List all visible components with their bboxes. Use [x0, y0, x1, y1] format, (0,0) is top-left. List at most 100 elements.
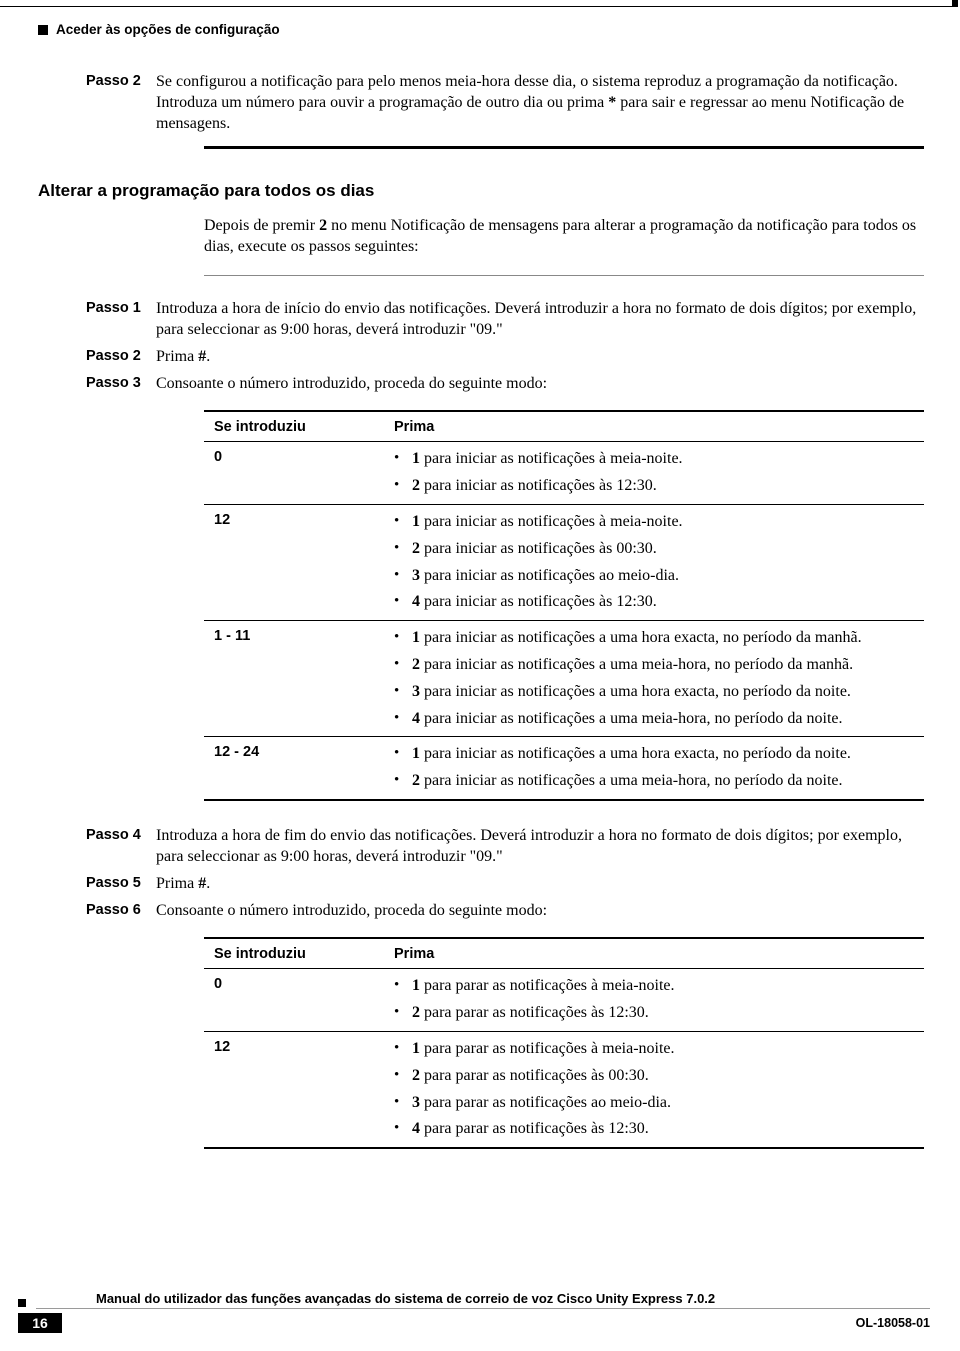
step-row: Passo 5 Prima #. — [38, 873, 922, 894]
page-number: 16 — [18, 1313, 62, 1333]
col-header-press: Prima — [384, 411, 924, 442]
step-body: Consoante o número introduzido, proceda … — [156, 900, 922, 921]
col-header-input: Se introduziu — [204, 411, 384, 442]
footer-bar: 16 OL-18058-01 — [18, 1313, 930, 1333]
list-item-text: para iniciar as notificações a uma hora … — [420, 629, 862, 646]
list-item: 2 para iniciar as notificações às 12:30. — [394, 473, 914, 500]
key-number: 1 — [412, 450, 420, 467]
cell-input-value: 12 - 24 — [204, 737, 384, 800]
key-number: 4 — [412, 710, 420, 727]
step-label: Passo 2 — [38, 346, 156, 366]
list-item: 3 para iniciar as notificações a uma hor… — [394, 679, 914, 706]
text: Prima — [156, 875, 198, 892]
list-item-text: para parar as notificações às 12:30. — [420, 1120, 649, 1137]
list-item: 1 para iniciar as notificações à meia-no… — [394, 446, 914, 473]
list-item: 2 para parar as notificações às 00:30. — [394, 1063, 914, 1090]
top-rule — [0, 0, 958, 7]
key-number: 1 — [412, 1040, 420, 1057]
step-text: Se configurou a notificação para pelo me… — [156, 71, 922, 92]
text: Introduza um número para ouvir a program… — [156, 94, 608, 111]
step-label: Passo 6 — [38, 900, 156, 920]
list-item-text: para iniciar as notificações à meia-noit… — [420, 513, 683, 530]
key-2: 2 — [319, 217, 327, 234]
step-row: Passo 2 Se configurou a notificação para… — [38, 71, 922, 134]
table-stop-times: Se introduziu Prima 0 1 para parar as not… — [204, 937, 924, 1149]
text: Depois de premir — [204, 217, 319, 234]
key-number: 2 — [412, 772, 420, 789]
list-item: 2 para iniciar as notificações a uma mei… — [394, 768, 914, 795]
table-row: 121 para iniciar as notificações à meia-… — [204, 505, 924, 621]
cell-press-list: 1 para iniciar as notificações a uma hor… — [384, 737, 924, 800]
table-row: 0 1 para parar as notificações à meia-noi… — [204, 969, 924, 1032]
list-item-text: para parar as notificações às 12:30. — [420, 1004, 649, 1021]
list-item: 1 para parar as notificações à meia-noit… — [394, 973, 914, 1000]
text: . — [206, 348, 210, 365]
step-body: Consoante o número introduzido, proceda … — [156, 373, 922, 394]
key-number: 2 — [412, 656, 420, 673]
list-item: 1 para iniciar as notificações a uma hor… — [394, 741, 914, 768]
bullet-list: 1 para iniciar as notificações à meia-no… — [394, 446, 914, 500]
step-body: Se configurou a notificação para pelo me… — [156, 71, 922, 134]
step-label: Passo 4 — [38, 825, 156, 845]
content: Passo 2 Se configurou a notificação para… — [38, 71, 922, 1149]
step-body: Introduza a hora de início do envio das … — [156, 298, 922, 340]
page: Aceder às opções de configuração Passo 2… — [0, 0, 960, 1351]
page-footer: Manual do utilizador das funções avançad… — [18, 1291, 930, 1333]
step-row: Passo 2 Prima #. — [38, 346, 922, 367]
list-item-text: para iniciar as notificações ao meio-dia… — [420, 567, 679, 584]
list-item-text: para iniciar as notificações a uma meia-… — [420, 772, 843, 789]
step-text: Introduza um número para ouvir a program… — [156, 92, 922, 134]
list-item: 4 para iniciar as notificações a uma mei… — [394, 706, 914, 733]
key-number: 3 — [412, 567, 420, 584]
key-number: 2 — [412, 1067, 420, 1084]
bullet-list: 1 para iniciar as notificações a uma hor… — [394, 625, 914, 732]
key-number: 3 — [412, 683, 420, 700]
step-label: Passo 5 — [38, 873, 156, 893]
table-row: 121 para parar as notificações à meia-no… — [204, 1032, 924, 1149]
list-item-text: para parar as notificações à meia-noite. — [420, 977, 675, 994]
bullet-list: 1 para iniciar as notificações a uma hor… — [394, 741, 914, 795]
list-item-text: para iniciar as notificações às 00:30. — [420, 540, 657, 557]
list-item-text: para iniciar as notificações à meia-noit… — [420, 450, 683, 467]
step-row: Passo 6 Consoante o número introduzido, … — [38, 900, 922, 921]
section-intro: Depois de premir 2 no menu Notificação d… — [204, 215, 924, 257]
section-rule — [204, 146, 924, 149]
step-body: Prima #. — [156, 346, 922, 367]
table-row: 0 1 para iniciar as notificações à meia-n… — [204, 442, 924, 505]
list-item-text: para iniciar as notificações às 12:30. — [420, 593, 657, 610]
list-item: 4 para iniciar as notificações às 12:30. — [394, 589, 914, 616]
header-square-icon — [38, 25, 48, 35]
list-item: 1 para iniciar as notificações a uma hor… — [394, 625, 914, 652]
cell-press-list: 1 para iniciar as notificações a uma hor… — [384, 621, 924, 737]
list-item-text: para iniciar as notificações a uma meia-… — [420, 710, 843, 727]
table-row: 12 - 24 1 para iniciar as notificações a … — [204, 737, 924, 800]
footer-title: Manual do utilizador das funções avançad… — [36, 1291, 930, 1309]
table-start-times: Se introduziu Prima 01 para iniciar as n… — [204, 410, 924, 801]
list-item: 2 para parar as notificações às 12:30. — [394, 1000, 914, 1027]
cell-input-value: 12 — [204, 1032, 384, 1149]
cell-input-value: 12 — [204, 505, 384, 621]
step-row: Passo 3 Consoante o número introduzido, … — [38, 373, 922, 394]
cell-input-value: 0 — [204, 442, 384, 505]
list-item: 3 para parar as notificações ao meio-dia… — [394, 1090, 914, 1117]
bullet-list: 1 para iniciar as notificações à meia-no… — [394, 509, 914, 616]
key-number: 4 — [412, 593, 420, 610]
list-item: 2 para iniciar as notificações a uma mei… — [394, 652, 914, 679]
key-number: 4 — [412, 1120, 420, 1137]
step-label: Passo 1 — [38, 298, 156, 318]
running-header: Aceder às opções de configuração — [38, 22, 922, 37]
bullet-list: 1 para parar as notificações à meia-noit… — [394, 973, 914, 1027]
key-number: 1 — [412, 977, 420, 994]
table-row: 1 - 111 para iniciar as notificações a u… — [204, 621, 924, 737]
thin-rule — [204, 275, 924, 276]
key-number: 2 — [412, 540, 420, 557]
step-body: Introduza a hora de fim do envio das not… — [156, 825, 922, 867]
key-number: 1 — [412, 629, 420, 646]
cell-input-value: 0 — [204, 969, 384, 1032]
header-title: Aceder às opções de configuração — [56, 22, 280, 37]
list-item-text: para iniciar as notificações às 12:30. — [420, 477, 657, 494]
list-item: 4 para parar as notificações às 12:30. — [394, 1116, 914, 1143]
section-heading: Alterar a programação para todos os dias — [38, 181, 922, 201]
key-number: 1 — [412, 513, 420, 530]
table-header-row: Se introduziu Prima — [204, 938, 924, 969]
